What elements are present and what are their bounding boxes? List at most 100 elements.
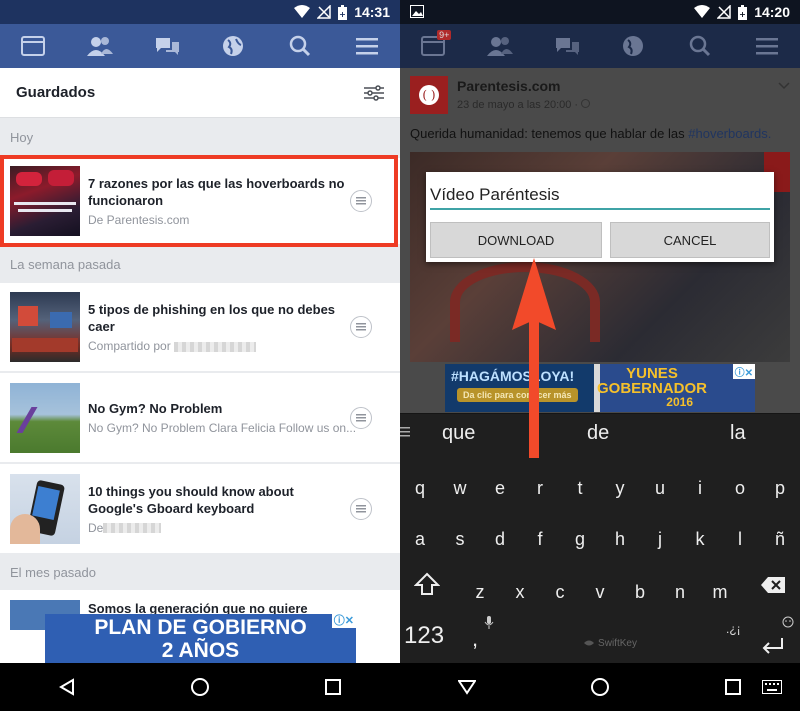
saved-item[interactable]: 5 tipos de phishing en los que no debes …	[0, 283, 400, 372]
download-dialog: Vídeo Paréntesis DOWNLOAD CANCEL	[426, 172, 774, 262]
key-t[interactable]: t	[560, 478, 600, 499]
hashtag-link[interactable]: #hoverboards.	[688, 126, 771, 141]
messages-icon[interactable]	[147, 26, 187, 66]
enter-icon[interactable]	[760, 636, 786, 656]
key-c[interactable]: c	[540, 582, 580, 603]
notification-badge: 9+	[437, 30, 452, 40]
swiftkey-keyboard: que de la q w e r t y u i o p a s d f g …	[400, 414, 800, 663]
android-nav-bar	[0, 663, 400, 711]
saved-item[interactable]: No Gym? No Problem No Gym? No Problem Cl…	[0, 373, 400, 463]
key-p[interactable]: p	[760, 478, 800, 499]
android-nav-bar	[400, 663, 800, 711]
numbers-key[interactable]: 123	[404, 622, 444, 650]
swiftkey-logo-icon	[584, 640, 595, 646]
chevron-down-icon[interactable]	[778, 82, 790, 90]
wifi-icon	[694, 5, 711, 18]
key-enye[interactable]: ñ	[760, 529, 800, 550]
friends-icon[interactable]	[480, 26, 520, 66]
key-j[interactable]: j	[640, 529, 680, 550]
globe-icon[interactable]	[213, 26, 253, 66]
suggestion-3[interactable]: la	[730, 422, 746, 445]
microphone-icon[interactable]	[484, 616, 494, 630]
image-notification-icon	[410, 5, 424, 18]
globe-icon[interactable]	[613, 26, 653, 66]
item-subtitle: De	[88, 521, 350, 535]
post-text: Querida humanidad: tenemos que hablar de…	[410, 126, 772, 141]
key-v[interactable]: v	[580, 582, 620, 603]
key-m[interactable]: m	[700, 582, 740, 603]
key-z[interactable]: z	[460, 582, 500, 603]
ad-banner[interactable]: PLAN DE GOBIERNO 2 AÑOS ⓘ✕	[45, 614, 356, 664]
menu-icon[interactable]	[347, 26, 387, 66]
svg-text:+: +	[339, 10, 346, 19]
key-f[interactable]: f	[520, 529, 560, 550]
ad-year: 2016	[666, 395, 693, 409]
key-k[interactable]: k	[680, 529, 720, 550]
download-button[interactable]: DOWNLOAD	[430, 222, 602, 258]
key-y[interactable]: y	[600, 478, 640, 499]
shift-icon[interactable]	[414, 572, 440, 596]
home-icon[interactable]	[180, 667, 220, 707]
ad-close-icon[interactable]: ⓘ✕	[732, 364, 755, 379]
facebook-nav-bar: 9+	[400, 24, 800, 68]
suggestion-1[interactable]: que	[442, 422, 475, 445]
key-s[interactable]: s	[440, 529, 480, 550]
key-e[interactable]: e	[480, 478, 520, 499]
recents-icon[interactable]	[313, 667, 353, 707]
backspace-icon[interactable]	[760, 576, 786, 594]
item-options-icon[interactable]	[350, 406, 372, 429]
item-options-icon[interactable]	[350, 316, 372, 338]
item-thumbnail	[10, 292, 80, 362]
key-w[interactable]: w	[440, 478, 480, 499]
blurred-name	[174, 341, 257, 352]
filter-icon[interactable]	[364, 84, 384, 101]
recents-icon[interactable]	[713, 667, 753, 707]
cancel-button[interactable]: CANCEL	[610, 222, 770, 258]
key-r[interactable]: r	[520, 478, 560, 499]
search-icon[interactable]	[280, 26, 320, 66]
filename-input[interactable]: Vídeo Paréntesis	[430, 182, 770, 210]
ad-close-icon[interactable]: ⓘ✕	[331, 614, 356, 628]
search-icon[interactable]	[680, 26, 720, 66]
item-thumbnail	[10, 382, 80, 453]
back-icon[interactable]	[47, 667, 87, 707]
key-a[interactable]: a	[400, 529, 440, 550]
key-u[interactable]: u	[640, 478, 680, 499]
punct-key[interactable]: .¿¡	[726, 622, 741, 636]
key-b[interactable]: b	[620, 582, 660, 603]
status-time: 14:31	[354, 4, 390, 20]
key-h[interactable]: h	[600, 529, 640, 550]
key-q[interactable]: q	[400, 478, 440, 499]
item-options-icon[interactable]	[350, 497, 372, 520]
key-o[interactable]: o	[720, 478, 760, 499]
smiley-icon[interactable]	[782, 616, 794, 628]
key-l[interactable]: l	[720, 529, 760, 550]
key-i[interactable]: i	[680, 478, 720, 499]
keyboard-switch-icon[interactable]	[752, 667, 792, 707]
globe-icon	[581, 99, 591, 108]
page-avatar[interactable]: ( )	[410, 76, 448, 114]
key-g[interactable]: g	[560, 529, 600, 550]
key-d[interactable]: d	[480, 529, 520, 550]
suggestion-2[interactable]: de	[587, 422, 609, 445]
item-thumbnail	[10, 473, 80, 544]
page-title: Guardados	[16, 84, 96, 101]
messages-icon[interactable]	[547, 26, 587, 66]
key-x[interactable]: x	[500, 582, 540, 603]
home-icon[interactable]	[580, 667, 620, 707]
page-name[interactable]: Parentesis.com	[457, 78, 561, 94]
saved-item[interactable]: 10 things you should know about Google's…	[0, 464, 400, 553]
friends-icon[interactable]	[80, 26, 120, 66]
facebook-nav-bar	[0, 24, 400, 68]
status-time: 14:20	[754, 4, 790, 20]
keyboard-menu-icon[interactable]	[400, 426, 410, 438]
svg-text:( ): ( )	[422, 88, 435, 102]
news-feed-icon[interactable]	[13, 26, 53, 66]
hide-keyboard-icon[interactable]	[447, 667, 487, 707]
news-feed-icon[interactable]: 9+	[413, 26, 453, 66]
key-n[interactable]: n	[660, 582, 700, 603]
ad-banner[interactable]: #HAGÁMOSLOYA! Da clic para conocer más Y…	[445, 364, 755, 412]
space-bar[interactable]: SwiftKey	[510, 628, 710, 658]
menu-icon[interactable]	[747, 26, 787, 66]
comma-key[interactable]: ,	[472, 626, 478, 652]
